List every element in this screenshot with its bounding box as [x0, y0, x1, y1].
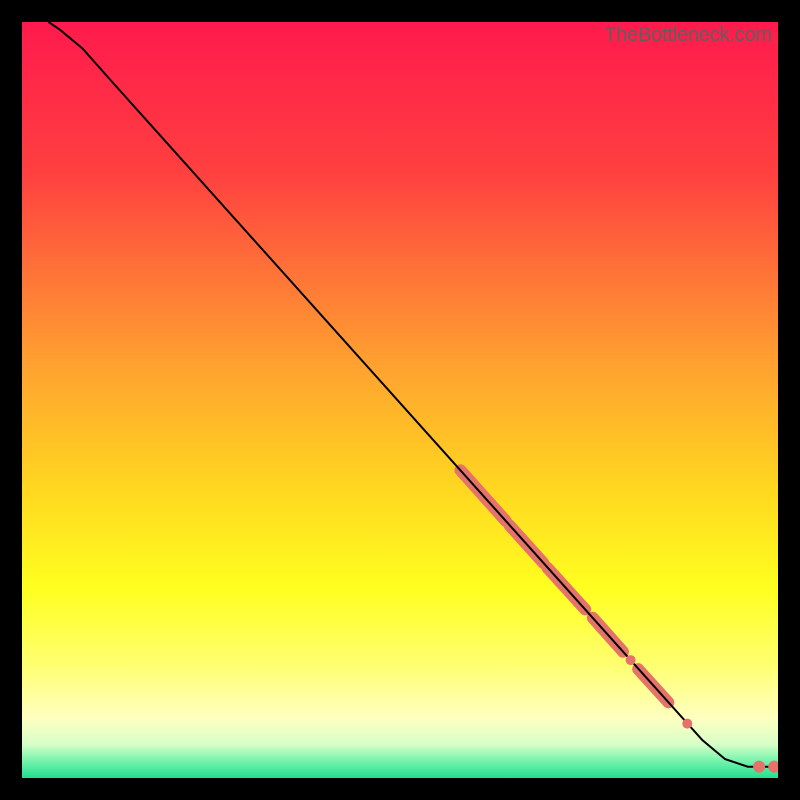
watermark-text: TheBottleneck.com — [604, 24, 772, 47]
highlight-point — [626, 655, 636, 665]
highlight-point — [682, 719, 692, 729]
chart-svg — [22, 22, 778, 778]
highlight-point — [753, 761, 765, 773]
chart-frame: TheBottleneck.com — [22, 22, 778, 778]
gradient-background — [22, 22, 778, 778]
